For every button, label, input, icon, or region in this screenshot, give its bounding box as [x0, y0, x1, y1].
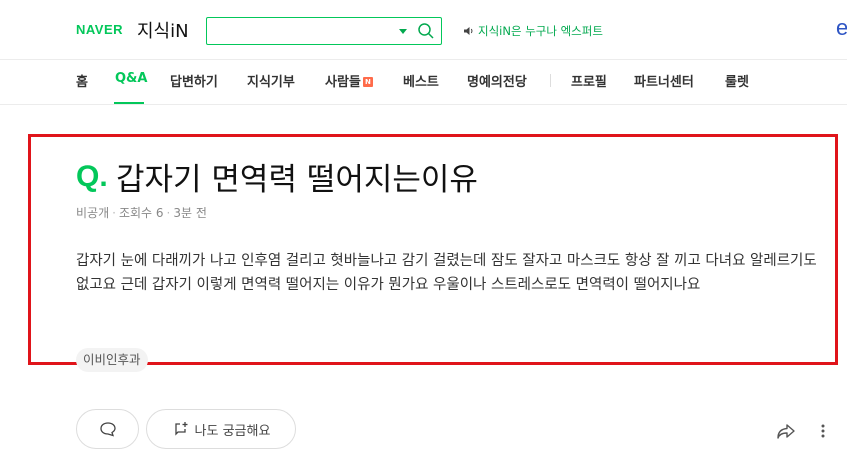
nav-item-roulette[interactable]: 룰렛 [725, 71, 749, 90]
timestamp: 3분 전 [173, 206, 207, 220]
question-body: 갑자기 눈에 다래끼가 나고 인후염 걸리고 혓바늘나고 감기 걸렸는데 잠도 … [76, 253, 817, 293]
more-icon[interactable] [816, 424, 830, 438]
service-title[interactable]: 지식iN [137, 17, 189, 43]
expert-notice[interactable]: 지식iN은 누구나 엑스퍼트 [463, 23, 603, 39]
corner-logo[interactable]: e [836, 15, 847, 41]
curious-label: 나도 궁금해요 [194, 423, 271, 439]
nav-item-profile[interactable]: 프로필 [571, 71, 607, 90]
nav-item-home[interactable]: 홈 [76, 71, 88, 90]
search-icon[interactable] [417, 22, 435, 40]
nav-item-partner[interactable]: 파트너센터 [634, 71, 694, 90]
meta-dot: · [166, 206, 171, 220]
naver-logo[interactable]: NAVER [76, 22, 123, 37]
new-badge: N [362, 77, 373, 87]
nav-item-qa[interactable]: Q&A [115, 71, 147, 86]
nav-item-people[interactable]: 사람들 N [325, 71, 373, 90]
meta-dot: · [112, 206, 116, 220]
nav-item-best[interactable]: 베스트 [403, 71, 439, 90]
curious-button[interactable]: 나도 궁금해요 [146, 409, 296, 449]
search-box[interactable] [206, 17, 442, 45]
share-icon[interactable] [776, 422, 796, 440]
nav-item-label: 사람들 [325, 75, 361, 90]
question-title: 갑자기 면역력 떨어지는이유 [116, 162, 478, 198]
plus-speech-icon [174, 422, 188, 436]
comment-button[interactable] [76, 409, 139, 449]
comment-icon [99, 422, 116, 437]
nav-item-hall-of-fame[interactable]: 명예의전당 [467, 71, 527, 90]
nav-separator [550, 74, 551, 87]
tag-chip[interactable]: 이비인후과 [76, 348, 148, 372]
question-meta: 비공개 · 조회수 6 · 3분 전 [76, 204, 207, 221]
nav-item-donate[interactable]: 지식기부 [247, 71, 295, 90]
divider [0, 104, 847, 105]
main-nav: 홈 Q&A 답변하기 지식기부 사람들 N 베스트 명예의전당 프로필 파트너센터… [0, 60, 847, 104]
top-bar: NAVER 지식iN 지식iN은 누구나 엑스퍼트 e [0, 0, 847, 60]
chevron-down-icon[interactable] [399, 29, 407, 34]
author: 비공개 [76, 206, 110, 220]
question-mark: Q. [76, 160, 108, 193]
notice-text: 지식iN은 누구나 엑스퍼트 [478, 24, 603, 38]
nav-item-answer[interactable]: 답변하기 [170, 71, 218, 90]
search-input[interactable] [213, 21, 393, 41]
view-count: 조회수 6 [118, 206, 164, 220]
speaker-icon [464, 27, 473, 35]
